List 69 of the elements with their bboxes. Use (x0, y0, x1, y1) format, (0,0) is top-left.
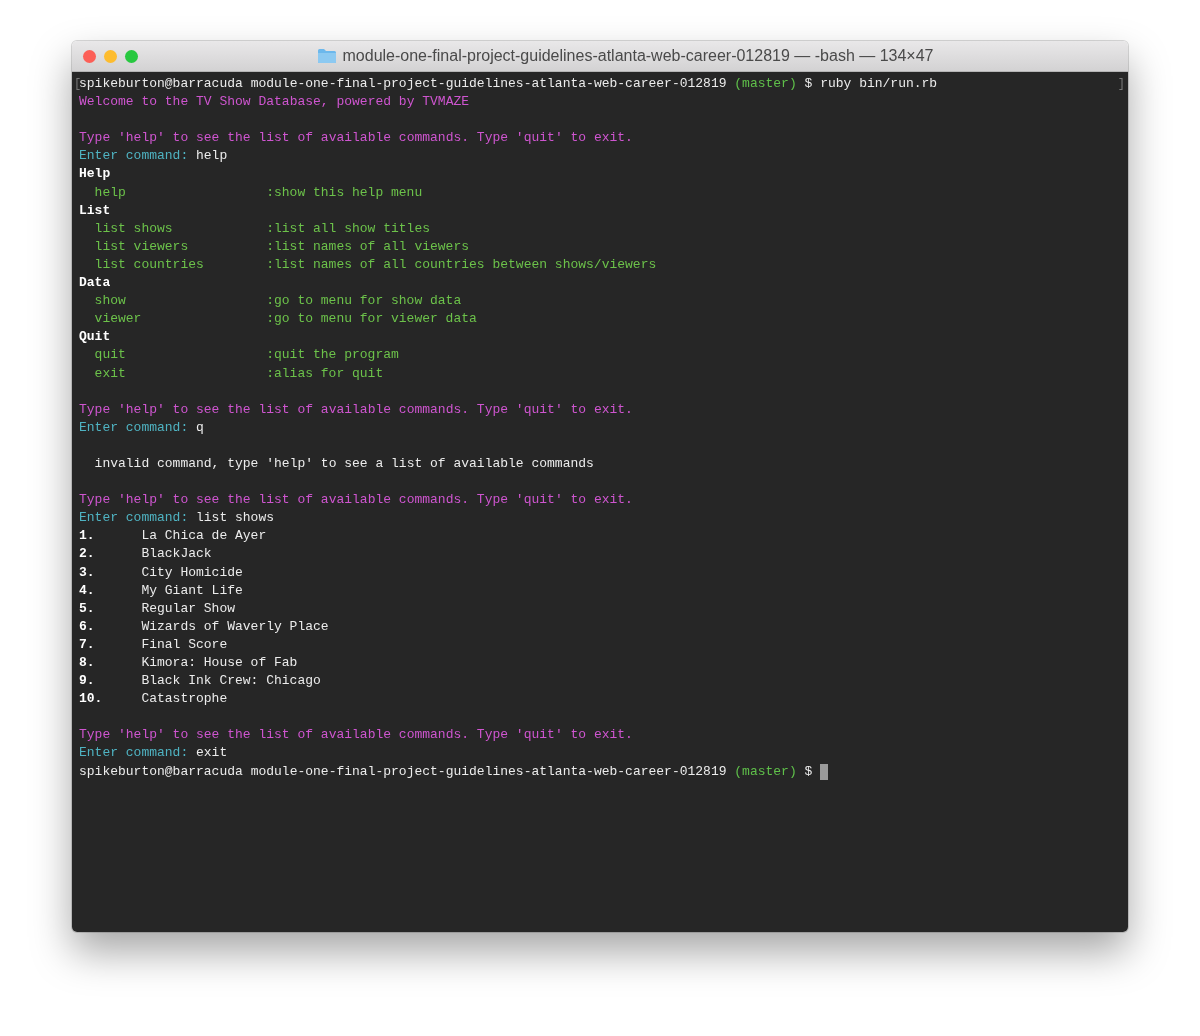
command-name: show (94, 292, 127, 311)
section-heading: Quit (79, 328, 111, 347)
command-label: Enter command: (79, 744, 189, 763)
command-description: :list all show titles (266, 219, 430, 238)
command-label: Enter command: (79, 418, 189, 437)
command-label: Enter command: (79, 509, 189, 528)
command-name: quit (94, 346, 127, 365)
list-number: 3. (79, 563, 96, 582)
command-name: list shows (94, 219, 174, 238)
show-title: La Chica de Ayer (141, 527, 267, 546)
list-number: 7. (79, 635, 96, 654)
list-number: 1. (79, 527, 96, 546)
prompt-message: Type 'help' to see the list of available commands. Type 'quit' to exit. (79, 726, 633, 745)
show-title: My Giant Life (141, 581, 243, 600)
error-message: invalid command, type 'help' to see a list of available commands (94, 454, 594, 473)
prompt-symbol: $ (804, 762, 813, 781)
show-title: Black Ink Crew: Chicago (141, 672, 321, 691)
show-title: City Homicide (141, 563, 243, 582)
user-host: spikeburton@barracuda (79, 762, 243, 781)
user-host: spikeburton@barracuda (79, 75, 243, 93)
zoom-button[interactable] (125, 49, 138, 63)
list-number: 10. (79, 690, 104, 709)
command-name: list viewers (94, 237, 190, 256)
list-number: 6. (79, 617, 96, 636)
entered-command-text: exit (196, 744, 228, 763)
list-number: 9. (79, 672, 96, 691)
list-number: 2. (79, 545, 96, 564)
prompt-symbol: $ (804, 75, 813, 93)
minimize-button[interactable] (104, 49, 117, 63)
entered-command-text: q (196, 418, 204, 437)
line-mark: ] (1117, 76, 1125, 93)
prompt-message: Welcome to the TV Show Database, powered by TVMAZE (79, 93, 470, 112)
git-branch: (master) (734, 762, 797, 781)
command-description: :alias for quit (266, 364, 384, 383)
list-number: 4. (79, 581, 96, 600)
entered-command-text: list shows (196, 509, 275, 528)
command-description: :list names of all countries between shows/viewers (266, 255, 657, 274)
section-heading: List (79, 201, 111, 220)
section-heading: Data (79, 274, 111, 293)
directory-path: module-one-final-project-guidelines-atlanta-web-career-012819 (250, 762, 727, 781)
prompt-message: Type 'help' to see the list of available commands. Type 'quit' to exit. (79, 491, 633, 510)
section-heading: Help (79, 165, 111, 184)
command-description: :go to menu for viewer data (266, 310, 477, 329)
command-description: :list names of all viewers (266, 237, 470, 256)
command-name: help (94, 183, 127, 202)
directory-path: module-one-final-project-guidelines-atlanta-web-career-012819 (250, 75, 727, 93)
prompt-message: Type 'help' to see the list of available commands. Type 'quit' to exit. (79, 129, 633, 148)
show-title: Regular Show (141, 599, 235, 618)
show-title: Kimora: House of Fab (141, 654, 298, 672)
command-description: :show this help menu (266, 183, 423, 202)
show-title: Final Score (141, 635, 228, 654)
show-title: Wizards of Waverly Place (141, 617, 329, 636)
command-name: viewer (94, 310, 143, 329)
command-text: ruby bin/run.rb (820, 75, 938, 93)
command-description: :quit the program (266, 346, 399, 365)
show-title: BlackJack (141, 545, 212, 564)
close-button[interactable] (83, 49, 96, 63)
prompt-message: Type 'help' to see the list of available commands. Type 'quit' to exit. (79, 400, 633, 419)
command-label: Enter command: (79, 147, 189, 166)
command-description: :go to menu for show data (266, 292, 462, 311)
list-number: 5. (79, 599, 96, 618)
entered-command-text: help (196, 147, 228, 166)
show-title: Catastrophe (141, 690, 228, 709)
command-name: exit (94, 364, 127, 383)
list-number: 8. (79, 654, 96, 672)
window-title: module-one-final-project-guidelines-atlanta-web-career-012819 — -bash — 134×47 (342, 47, 934, 65)
git-branch: (master) (734, 75, 797, 93)
command-name: list countries (94, 255, 205, 274)
folder-icon (316, 48, 337, 64)
